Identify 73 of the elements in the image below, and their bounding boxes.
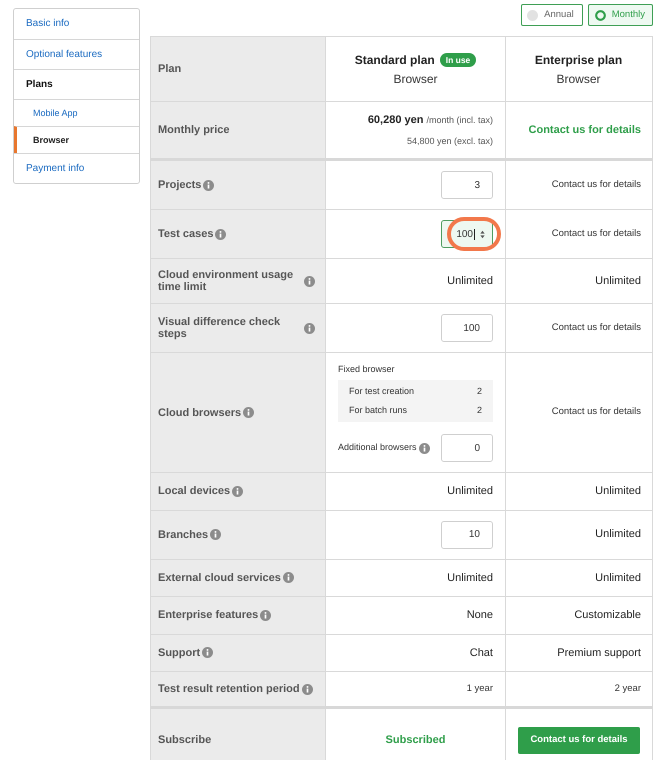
contact-text: Contact us for details xyxy=(528,122,641,138)
plan-subtitle: Browser xyxy=(556,70,600,88)
row-label: Visual difference check steps xyxy=(158,316,282,340)
info-icon xyxy=(203,180,214,190)
value-text: Contact us for details xyxy=(550,178,641,192)
radio-selected-icon xyxy=(594,10,606,20)
plan-subtitle: Browser xyxy=(393,70,438,88)
info-icon xyxy=(282,572,294,584)
value-text: Chat xyxy=(468,646,493,660)
browser-count: 2 xyxy=(476,404,482,416)
row-label: Test result retention period xyxy=(158,683,300,696)
info-icon xyxy=(210,529,222,540)
info-icon xyxy=(202,647,214,658)
section-title: Fixed browser xyxy=(338,363,396,375)
info-icon xyxy=(302,684,313,695)
number-field[interactable]: 10 xyxy=(441,520,493,548)
number-field[interactable]: 100 xyxy=(441,314,493,342)
row-label: Support xyxy=(158,646,200,659)
info-icon xyxy=(243,407,254,418)
row-label: Branches xyxy=(158,528,208,540)
value-text: 1 year xyxy=(466,682,493,696)
billing-option[interactable]: Annual xyxy=(521,4,583,26)
number-field[interactable]: 3 xyxy=(441,171,493,199)
value-text: Unlimited xyxy=(594,570,641,586)
sidebar-link[interactable]: Payment info xyxy=(14,153,139,183)
value-text: Unlimited xyxy=(446,570,493,586)
stepper-icon xyxy=(480,230,485,238)
info-icon xyxy=(304,322,315,334)
browser-label: For test creation xyxy=(349,385,414,398)
value-text: Unlimited xyxy=(594,527,641,542)
row-label: Test cases xyxy=(158,228,214,240)
value-text: Premium support xyxy=(556,646,641,660)
sidebar-link[interactable]: Optional features xyxy=(14,39,139,69)
price-note: 54,800 yen (excl. tax) xyxy=(406,134,493,148)
row-label: Enterprise features xyxy=(158,609,258,622)
plan-name: Enterprise plan xyxy=(534,52,622,68)
status-text: Subscribed xyxy=(384,733,446,748)
value-text: Unlimited xyxy=(594,274,641,289)
info-icon xyxy=(232,486,244,497)
browser-count: 2 xyxy=(476,385,482,398)
value-text: Contact us for details xyxy=(550,226,641,241)
info-icon xyxy=(215,228,226,240)
field-label: Additional browsers xyxy=(338,441,417,454)
value-text: Unlimited xyxy=(446,484,493,499)
value-text: Unlimited xyxy=(594,484,641,499)
row-label: Monthly price xyxy=(158,124,230,136)
sidebar-link[interactable]: Plans xyxy=(14,69,139,99)
row-label: Cloud environment usage time limit xyxy=(158,269,294,293)
in-use-badge: In use xyxy=(440,52,476,66)
sidebar-link[interactable]: Basic info xyxy=(14,9,139,39)
value-text: Unlimited xyxy=(446,274,493,289)
row-label: Plan xyxy=(158,63,182,75)
row-label: Subscribe xyxy=(158,734,212,746)
info-icon xyxy=(304,276,315,286)
row-label: External cloud services xyxy=(158,572,281,584)
row-label: Projects xyxy=(158,179,202,191)
number-field[interactable]: 0 xyxy=(441,434,493,462)
value-text: Customizable xyxy=(573,608,641,623)
price-amount: 60,280 yen xyxy=(368,113,424,128)
value-text: 2 year xyxy=(614,682,641,696)
row-label: Cloud browsers xyxy=(158,406,242,418)
radio-icon xyxy=(527,10,538,20)
text-cursor xyxy=(474,228,475,240)
value-text: Contact us for details xyxy=(550,405,641,420)
price-unit: /month (incl. tax) xyxy=(426,114,493,127)
sidebar-link[interactable]: Browser xyxy=(14,126,139,153)
value-text: None xyxy=(466,608,493,623)
info-icon xyxy=(260,610,272,621)
browser-label: For batch runs xyxy=(349,404,408,416)
plan-name: Standard plan xyxy=(354,52,435,68)
sidebar-link[interactable]: Mobile App xyxy=(14,99,139,126)
value-text: Contact us for details xyxy=(550,320,641,335)
row-label: Local devices xyxy=(158,485,230,498)
